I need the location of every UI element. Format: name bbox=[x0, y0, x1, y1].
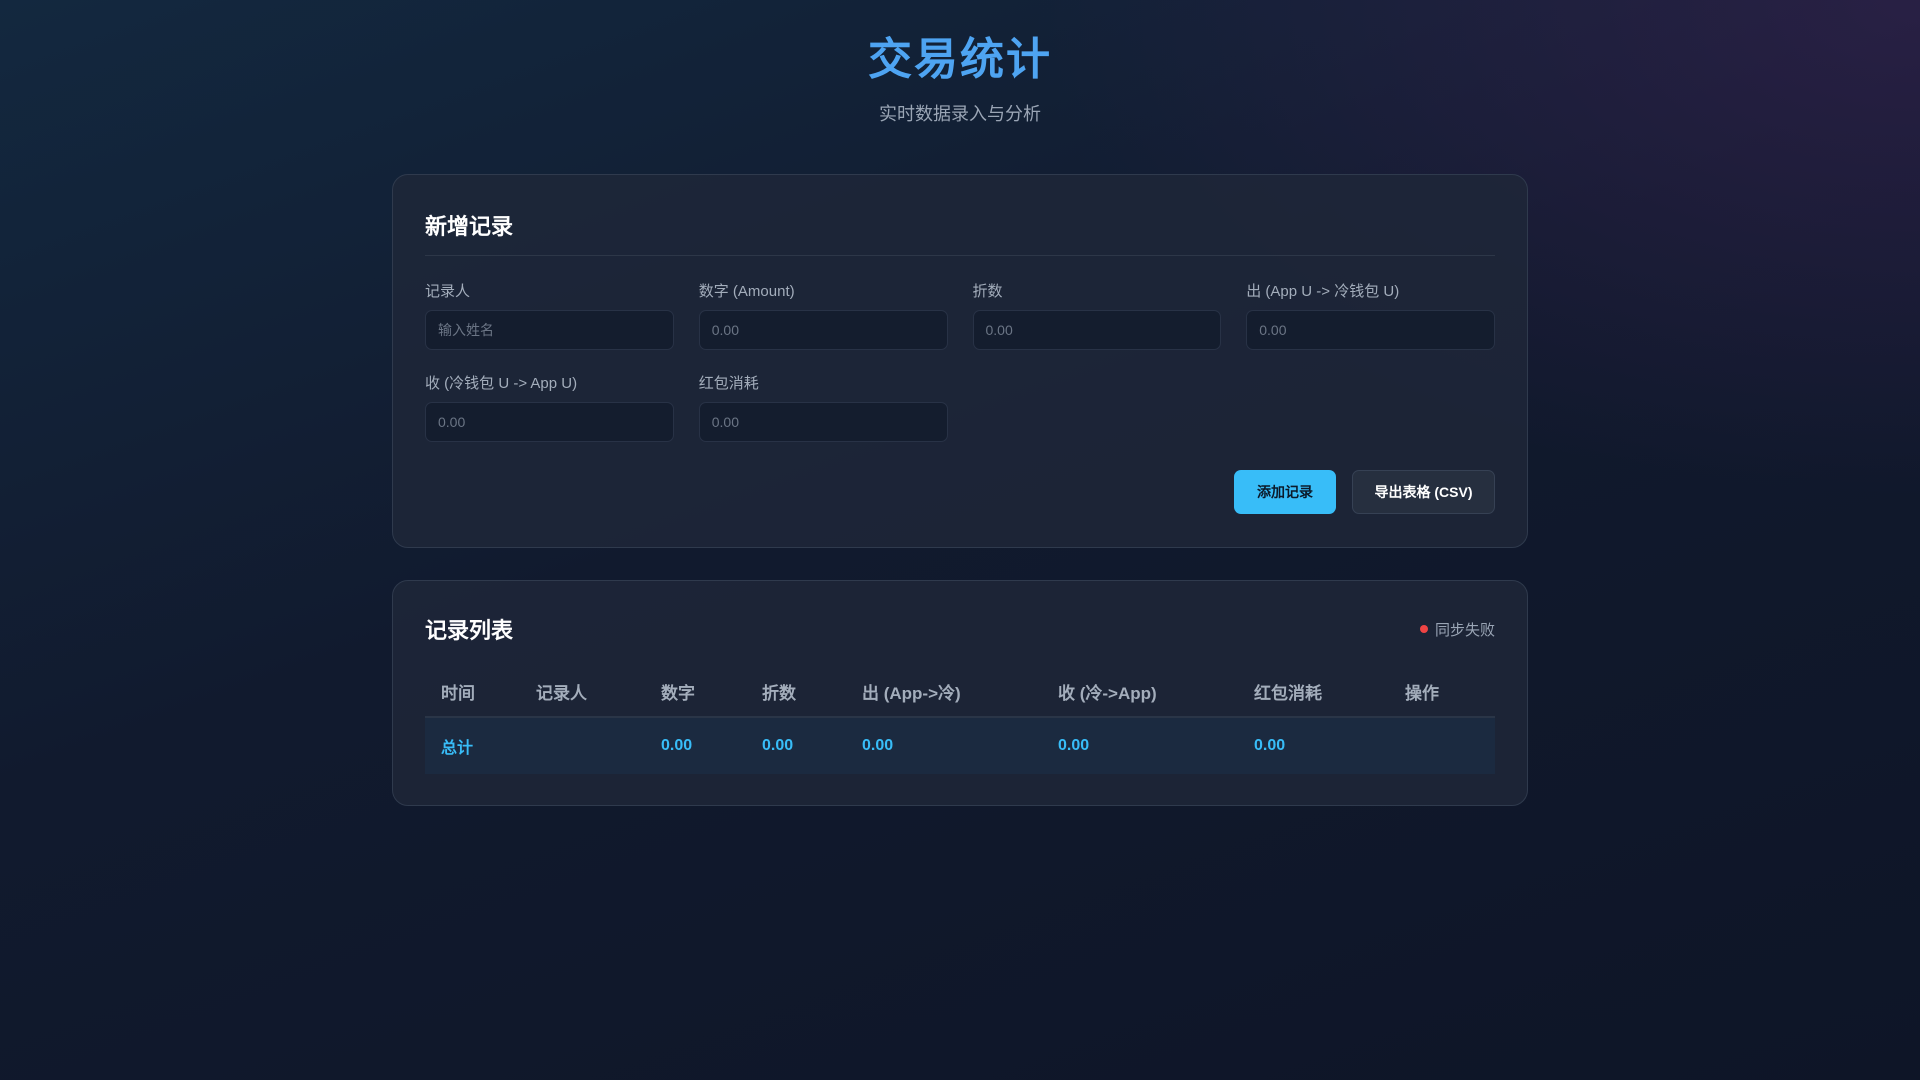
page-subtitle: 实时数据录入与分析 bbox=[879, 104, 1041, 124]
amount-input[interactable] bbox=[698, 310, 948, 350]
column-header: 红包消耗 bbox=[1238, 667, 1389, 718]
recorder-input[interactable] bbox=[425, 310, 674, 350]
column-header: 出 (App->冷) bbox=[846, 667, 1042, 718]
export-csv-button[interactable]: 导出表格 (CSV) bbox=[1352, 470, 1495, 514]
field-discount: 折数 bbox=[972, 280, 1222, 350]
page-header: 交易统计 实时数据录入与分析 bbox=[0, 32, 1920, 126]
field-label: 出 (App U -> 冷钱包 U) bbox=[1246, 283, 1400, 300]
status-dot-icon bbox=[1419, 625, 1428, 633]
field-label: 折数 bbox=[972, 283, 1003, 300]
out-input[interactable] bbox=[1246, 310, 1495, 350]
section-title: 记录列表 bbox=[425, 618, 514, 643]
record-form: 记录人 数字 (Amount) 折数 出 (App U -> 冷钱包 U) 收 … bbox=[425, 280, 1495, 442]
column-header: 收 (冷->App) bbox=[1042, 667, 1238, 718]
records-table: 时间 记录人 数字 折数 出 (App->冷) 收 (冷->App) 红包消耗 … bbox=[425, 667, 1495, 774]
sync-status-text: 同步失败 bbox=[1434, 621, 1495, 639]
column-header: 操作 bbox=[1389, 667, 1495, 718]
total-label: 总计 bbox=[425, 717, 520, 774]
field-label: 收 (冷钱包 U -> App U) bbox=[425, 375, 578, 392]
field-label: 红包消耗 bbox=[698, 375, 759, 392]
page-title: 交易统计 bbox=[868, 35, 1052, 84]
column-header: 时间 bbox=[425, 667, 520, 718]
redpacket-input[interactable] bbox=[698, 402, 948, 442]
field-in: 收 (冷钱包 U -> App U) bbox=[425, 372, 674, 442]
field-recorder: 记录人 bbox=[425, 280, 674, 350]
field-label: 数字 (Amount) bbox=[698, 283, 795, 300]
total-row: 总计 0.00 0.00 0.00 0.00 0.00 bbox=[425, 717, 1495, 774]
new-record-card: 新增记录 记录人 数字 (Amount) 折数 出 (App U -> 冷钱包 … bbox=[392, 174, 1528, 548]
table-header-row: 时间 记录人 数字 折数 出 (App->冷) 收 (冷->App) 红包消耗 … bbox=[425, 667, 1495, 718]
total-actions bbox=[1389, 717, 1495, 774]
column-header: 记录人 bbox=[520, 667, 645, 718]
sync-status: 同步失败 bbox=[1419, 619, 1495, 640]
section-title: 新增记录 bbox=[425, 209, 1495, 256]
total-discount: 0.00 bbox=[746, 717, 846, 774]
field-label: 记录人 bbox=[425, 283, 471, 300]
field-redpacket: 红包消耗 bbox=[698, 372, 948, 442]
column-header: 折数 bbox=[746, 667, 846, 718]
in-input[interactable] bbox=[425, 402, 674, 442]
total-redpacket: 0.00 bbox=[1238, 717, 1389, 774]
field-out: 出 (App U -> 冷钱包 U) bbox=[1246, 280, 1495, 350]
total-amount: 0.00 bbox=[645, 717, 746, 774]
discount-input[interactable] bbox=[972, 310, 1222, 350]
record-list-card: 记录列表 同步失败 时间 记录人 数字 折数 出 (App->冷) 收 (冷->… bbox=[392, 580, 1528, 806]
column-header: 数字 bbox=[645, 667, 746, 718]
add-record-button[interactable]: 添加记录 bbox=[1234, 470, 1336, 514]
field-amount: 数字 (Amount) bbox=[698, 280, 948, 350]
total-out: 0.00 bbox=[846, 717, 1042, 774]
total-in: 0.00 bbox=[1042, 717, 1238, 774]
total-recorder bbox=[520, 717, 645, 774]
